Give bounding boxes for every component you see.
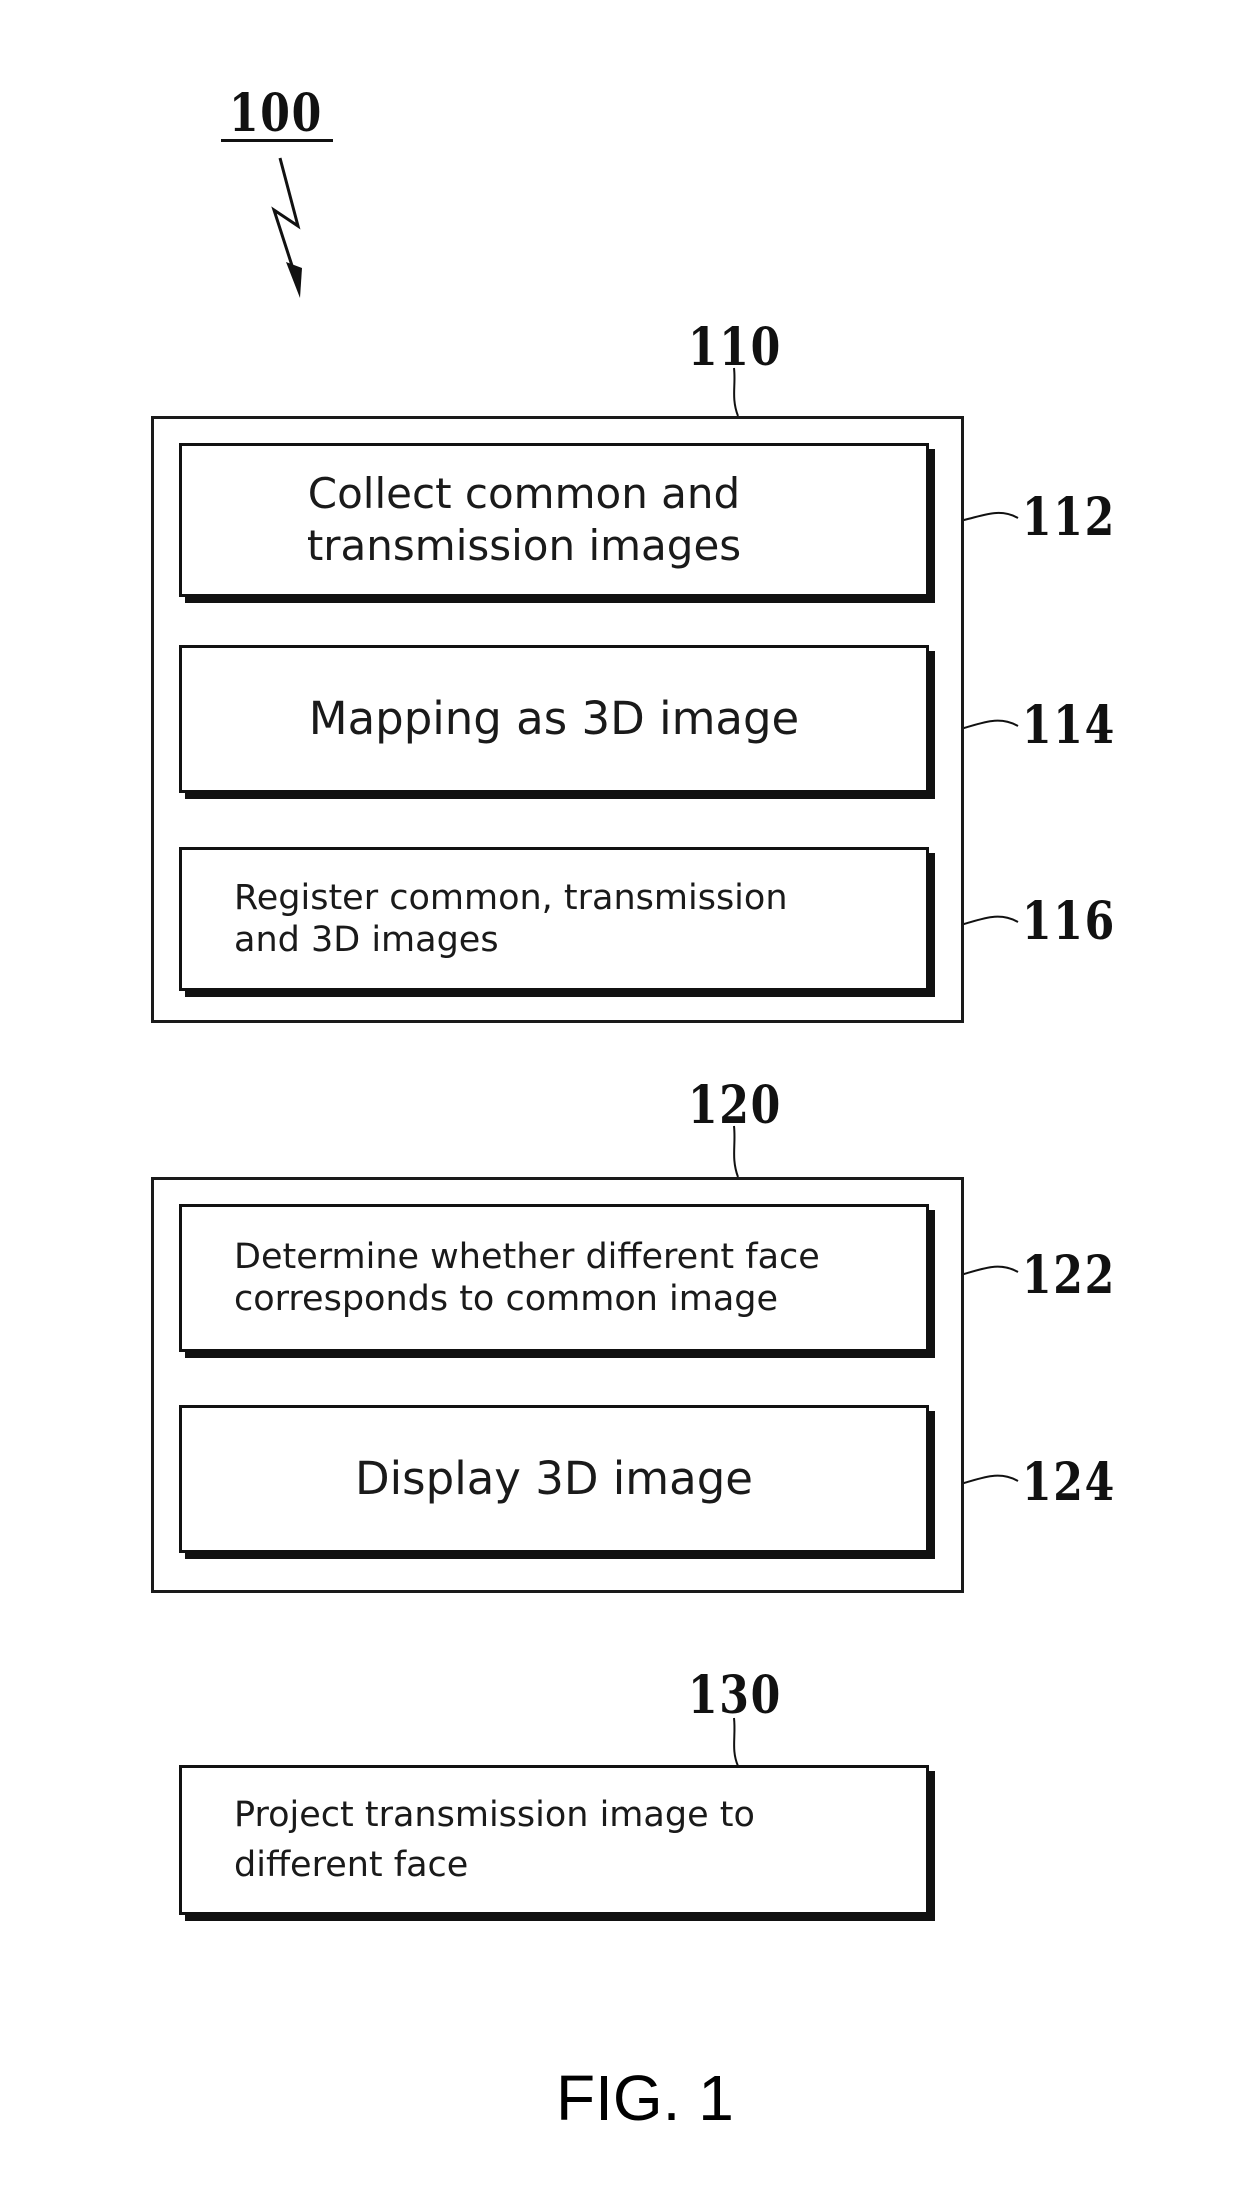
step-box-114: Mapping as 3D image: [179, 645, 929, 793]
lightning-arrow-icon: [271, 157, 302, 298]
system-reference-underline: [221, 139, 333, 142]
group-reference-110: 110: [688, 317, 782, 378]
step-label-116: Register common, transmission and 3D ima…: [234, 878, 788, 960]
group-reference-120: 120: [688, 1075, 782, 1136]
step-reference-114: 114: [1022, 695, 1116, 756]
system-reference-number: 100: [229, 83, 323, 144]
figure-caption: FIG. 1: [556, 2062, 734, 2134]
step-label-130: Project transmission image to different …: [234, 1795, 755, 1885]
step-box-116: Register common, transmission and 3D ima…: [179, 847, 929, 991]
step-reference-122: 122: [1022, 1245, 1116, 1306]
step-label-112: Collect common and transmission images: [306, 469, 742, 570]
step-reference-124: 124: [1022, 1452, 1116, 1513]
step-label-114: Mapping as 3D image: [308, 692, 800, 745]
step-reference-130: 130: [688, 1665, 782, 1726]
step-box-124: Display 3D image: [179, 1405, 929, 1553]
step-label-124: Display 3D image: [355, 1452, 753, 1505]
step-reference-116: 116: [1022, 891, 1116, 952]
step-label-122: Determine whether different face corresp…: [234, 1237, 820, 1319]
step-box-130: Project transmission image to different …: [179, 1765, 929, 1915]
step-box-122: Determine whether different face corresp…: [179, 1204, 929, 1352]
step-box-112: Collect common and transmission images: [179, 443, 929, 597]
step-reference-112: 112: [1022, 487, 1116, 548]
